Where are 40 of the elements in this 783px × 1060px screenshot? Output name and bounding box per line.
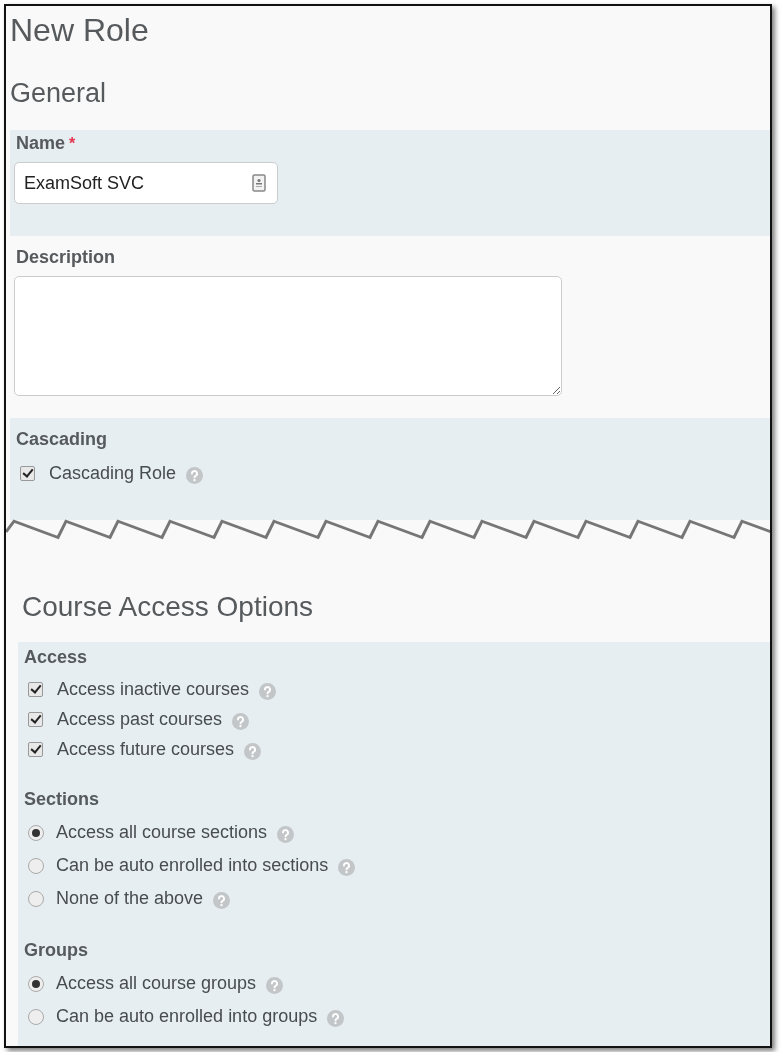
checkbox[interactable] <box>20 465 35 481</box>
radio-button[interactable] <box>28 857 44 874</box>
radio-button[interactable] <box>28 824 44 841</box>
help-icon[interactable] <box>186 466 204 484</box>
help-icon[interactable] <box>232 712 250 730</box>
help-icon[interactable] <box>327 1010 345 1027</box>
help-icon[interactable] <box>338 859 356 876</box>
option-label: None of the above <box>56 888 204 909</box>
section-heading: General <box>10 77 108 110</box>
required-mark: * <box>69 134 76 154</box>
name-field[interactable]: ExamSoft SVC <box>14 162 278 204</box>
field-label: Description <box>16 246 117 268</box>
option-label: Access future courses <box>57 738 235 760</box>
radio-button[interactable] <box>28 975 44 992</box>
field-label: Cascading <box>16 428 109 450</box>
contact-card-icon <box>252 174 266 192</box>
description-field[interactable] <box>14 276 562 396</box>
help-icon[interactable] <box>259 682 277 700</box>
option-label: Can be auto enrolled into sections <box>56 855 329 876</box>
option-label: Access all course sections <box>56 822 268 843</box>
field-label: Groups <box>24 939 89 961</box>
option-label: Cascading Role <box>49 462 177 484</box>
checkbox[interactable] <box>28 681 43 697</box>
checkbox[interactable] <box>28 741 43 757</box>
page-title: New Role <box>10 11 150 50</box>
option-label: Can be auto enrolled into groups <box>56 1006 318 1027</box>
option-label: Access inactive courses <box>57 678 250 700</box>
radio-button[interactable] <box>28 890 44 907</box>
field-label: Access <box>24 646 89 668</box>
help-icon[interactable] <box>277 826 295 843</box>
field-label: Name <box>16 132 66 154</box>
field-label: Sections <box>24 788 101 810</box>
option-label: Access all course groups <box>56 973 257 994</box>
help-icon[interactable] <box>213 892 231 909</box>
help-icon[interactable] <box>244 742 262 760</box>
help-icon[interactable] <box>266 977 284 994</box>
checkbox[interactable] <box>28 711 43 727</box>
radio-button[interactable] <box>28 1008 44 1025</box>
section-heading: Course Access Options <box>22 590 315 624</box>
option-label: Access past courses <box>57 708 223 730</box>
